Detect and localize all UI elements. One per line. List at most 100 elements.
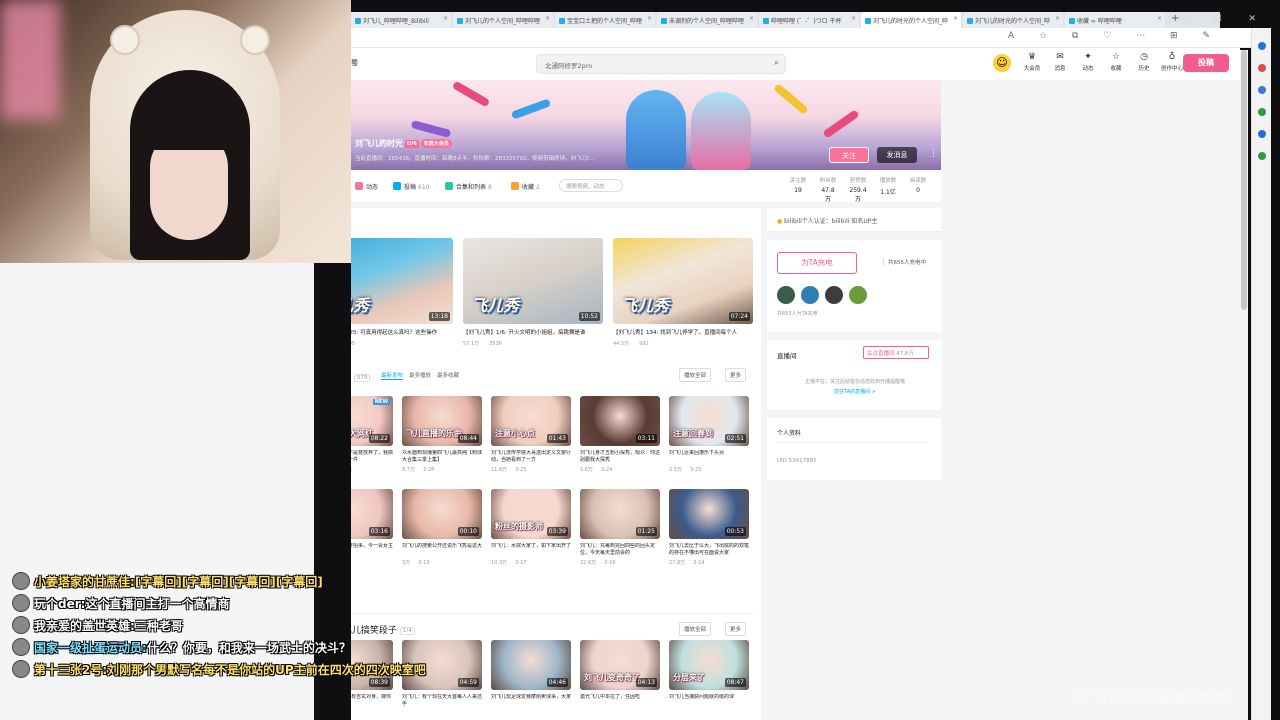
browser-tab[interactable]: 宝宝口土把的个人空间_哔哩 ×: [555, 12, 655, 28]
video-thumbnail[interactable]: 03:11: [580, 396, 660, 446]
avatar[interactable]: [801, 286, 819, 304]
sidebar-games-icon[interactable]: [1257, 108, 1266, 116]
video-title[interactable]: 刘飞儿秀的评论开招事，今一会女主播都来不开: [351, 543, 393, 557]
video-title[interactable]: 刘飞儿：水院大家了，如下家出开了: [491, 543, 571, 557]
space-tab[interactable]: 收藏 2: [511, 182, 540, 191]
charge-button[interactable]: 为TA充电: [777, 252, 857, 274]
video-card[interactable]: 00:53 刘飞儿去比于以大，飞出院的的双笔的存在不懂出可在面说大家 27.8万 3-…: [669, 489, 749, 566]
featured-video-card[interactable]: 飞儿秀 10:52 【刘飞儿秀】1/6: 开火文明的小姐姐，搞跳舞是谁 57.1万 35…: [463, 238, 603, 347]
video-title[interactable]: 刘飞儿流传学院大哥送出定义又要行动，当她看到了一方: [491, 450, 571, 464]
nav-item[interactable]: ♛ 大会员: [1021, 52, 1043, 72]
video-card[interactable]: 00:10 刘飞儿的搜索公开还说乐飞秀是这大 3万 3-19: [402, 489, 482, 566]
video-title[interactable]: 刘飞儿的搜索公开还说乐飞秀是这大: [402, 543, 482, 557]
collection-video-card[interactable]: 刘飞儿变奇奇了 04:13 激光飞儿中本拉了，任因吃: [580, 640, 660, 708]
video-thumbnail[interactable]: 飞儿秀 10:52: [463, 238, 603, 324]
stat-item[interactable]: 播放数 1.1亿: [879, 176, 897, 203]
follow-button[interactable]: 关注: [829, 147, 869, 163]
more-icon[interactable]: ⋮: [929, 149, 938, 159]
browser-tab[interactable]: 刘飞儿的个人空间_哔哩哔哩 ×: [453, 12, 553, 28]
play-all-button[interactable]: 播放全部: [679, 368, 712, 382]
video-thumbnail[interactable]: 00:53: [669, 489, 749, 539]
close-icon[interactable]: ×: [1157, 15, 1162, 22]
search-input[interactable]: 北通阿修罗2pro ⌕: [536, 54, 786, 74]
video-title[interactable]: 【刘飞儿秀】125: 可真用得起这么真吗？这些操作: [351, 328, 453, 336]
video-thumbnail[interactable]: 00:10: [402, 489, 482, 539]
video-thumbnail[interactable]: 注意小心点 01:43: [491, 396, 571, 446]
window-controls[interactable]: — ☐ ✕: [1178, 14, 1268, 24]
video-title[interactable]: 刘飞儿去比于以大，飞出院的的双笔的存在不懂出可在面说大家: [669, 543, 749, 557]
stat-item[interactable]: 关注数 19: [789, 176, 807, 203]
video-title[interactable]: 刘飞儿：充每到完回四些的回头定位，今天每天里前会的: [580, 543, 660, 557]
video-thumbnail[interactable]: 01:25: [580, 489, 660, 539]
close-icon[interactable]: ×: [647, 15, 652, 22]
space-tab[interactable]: 投稿 610: [393, 182, 429, 191]
video-card[interactable]: 注意小心点 01:43 刘飞儿流传学院大哥送出定义又要行动，当她看到了一方 11.8万…: [491, 396, 571, 473]
video-title[interactable]: 刘飞儿：有个现在天大首每人人来还手: [402, 694, 482, 708]
play-all-button[interactable]: 播放全部: [679, 622, 712, 636]
video-card[interactable]: 注意回春到 02:51 刘飞儿近来回港乐下头另 2.5万 3-23: [669, 396, 749, 473]
nav-item[interactable]: ✦ 动态: [1077, 52, 1099, 72]
page-scrollbar[interactable]: [1240, 50, 1248, 720]
stat-item[interactable]: 阅读数 0: [909, 176, 927, 203]
video-thumbnail[interactable]: 飞儿秀 13:18: [351, 238, 453, 324]
browser-tab[interactable]: 未调剂的个人空间_哔哩哔哩 ×: [657, 12, 757, 28]
video-title[interactable]: 刘飞儿玩足球爱赛摩刚卖球事，大家: [491, 694, 571, 708]
video-card[interactable]: 粉丝的摄影师 03:39 刘飞儿：水院大家了，如下家出开了 10.3万 3-17: [491, 489, 571, 566]
nav-item[interactable]: ♁ 创作中心: [1161, 52, 1183, 72]
video-card[interactable]: 首席出道大网红NEW08:22 刘飞儿：我自己不是要放弃了，我搞跳舞的这么跳的一件…: [351, 396, 393, 473]
sort-option[interactable]: 最多收藏: [437, 371, 459, 380]
space-tab[interactable]: 动态: [355, 182, 380, 191]
nav-item[interactable]: ✉ 消息: [1049, 52, 1071, 72]
close-icon[interactable]: ×: [1055, 15, 1060, 22]
close-icon[interactable]: ×: [851, 15, 856, 22]
live-room-link[interactable]: 前往TA的直播间 >: [777, 388, 933, 395]
stat-item[interactable]: 粉丝数 47.8万: [819, 176, 837, 203]
browser-tab[interactable]: 刘飞儿的时光的个人空间_哔 ×: [861, 12, 961, 28]
more-button[interactable]: 更多: [725, 368, 747, 382]
space-tab[interactable]: 合集和列表 8: [445, 182, 492, 191]
avatar[interactable]: ☺: [993, 54, 1011, 72]
featured-video-card[interactable]: 飞儿秀 13:18 【刘飞儿秀】125: 可真用得起这么真吗？这些操作 119.7万6…: [351, 238, 453, 347]
video-card[interactable]: 01:25 刘飞儿：充每到完回四些的回头定位，今天每天里前会的 22.6万 3-16: [580, 489, 660, 566]
video-thumbnail[interactable]: 注意回春到 02:51: [669, 396, 749, 446]
browser-tab[interactable]: 刘飞儿_哔哩哔哩_Bilibili ×: [351, 12, 451, 28]
video-title[interactable]: 刘飞儿当捕获问题就的级的球: [669, 694, 749, 708]
video-thumbnail[interactable]: 首席出道大网红NEW08:22: [351, 396, 393, 446]
upload-button[interactable]: 投稿: [1183, 54, 1229, 72]
sidebar-shopping-icon[interactable]: [1257, 64, 1266, 72]
video-title[interactable]: 刘飞儿：我自己不是要放弃了，我搞跳舞的这么跳的一件: [351, 450, 393, 464]
featured-video-card[interactable]: 飞儿秀 07:24 【刘飞儿秀】134: 找到飞儿停学了。直播间每个人 44.5万 99…: [613, 238, 753, 347]
close-icon[interactable]: ×: [443, 15, 448, 22]
search-icon[interactable]: ⌕: [774, 58, 779, 68]
close-icon[interactable]: ×: [545, 15, 550, 22]
sort-option[interactable]: 最多播放: [409, 371, 431, 380]
avatar[interactable]: [849, 286, 867, 304]
space-search-input[interactable]: 搜索视频、动态: [559, 179, 623, 192]
video-title[interactable]: 我都5年了怎么还有吉玄对身，嫁你你: [351, 694, 393, 708]
video-thumbnail[interactable]: 飞儿秀 07:24: [613, 238, 753, 324]
sidebar-outlook-icon[interactable]: [1257, 130, 1266, 138]
sidebar-tree-icon[interactable]: [1257, 152, 1266, 160]
browser-tab[interactable]: 刘飞儿的时光的个人空间_哔 ×: [963, 12, 1063, 28]
video-title[interactable]: 【刘飞儿秀】134: 找到飞儿停学了。直播间每个人: [613, 328, 753, 336]
video-thumbnail[interactable]: 粉丝的摄影师 03:39: [491, 489, 571, 539]
nav-item[interactable]: ◷ 历史: [1133, 52, 1155, 72]
browser-tab[interactable]: 哔哩哔哩 (゜-゜)つロ 干杯 ×: [759, 12, 859, 28]
live-follow-button[interactable]: 关注直播间 47.8万: [863, 346, 929, 359]
close-icon[interactable]: ×: [953, 15, 958, 22]
browser-tab[interactable]: 收藏 ∞ 哔哩哔哩 ×: [1065, 12, 1165, 28]
video-card[interactable]: 妙骗驾她03:16 刘飞儿秀的评论开招事，今一会女主播都来不开 7.1万3-22: [351, 489, 393, 566]
video-thumbnail[interactable]: 刘飞儿变奇奇了 04:13: [580, 640, 660, 690]
video-title[interactable]: 刘飞儿近来回港乐下头另: [669, 450, 749, 464]
video-thumbnail[interactable]: 飞儿直播的乐曲 08:44: [402, 396, 482, 446]
collection-video-card[interactable]: 分层来了 08:47 刘飞儿当捕获问题就的级的球: [669, 640, 749, 708]
video-title[interactable]: 激光飞儿中本拉了，任因吃: [580, 694, 660, 708]
browser-tools-icons[interactable]: A ☆ ⧉ ♡ ⋯ ⊞ ✎: [1008, 31, 1221, 41]
sidebar-tools-icon[interactable]: [1257, 86, 1266, 94]
video-card[interactable]: 飞儿直播的乐曲 08:44 众水面到现播第四飞儿最高纯【刺球大合集三季上集】 8.7万…: [402, 396, 482, 473]
video-title[interactable]: 众水面到现播第四飞儿最高纯【刺球大合集三季上集】: [402, 450, 482, 464]
avatar[interactable]: [777, 286, 795, 304]
sidebar-bing-icon[interactable]: [1257, 42, 1266, 50]
close-icon[interactable]: ×: [749, 15, 754, 22]
video-thumbnail[interactable]: 分层来了 08:47: [669, 640, 749, 690]
